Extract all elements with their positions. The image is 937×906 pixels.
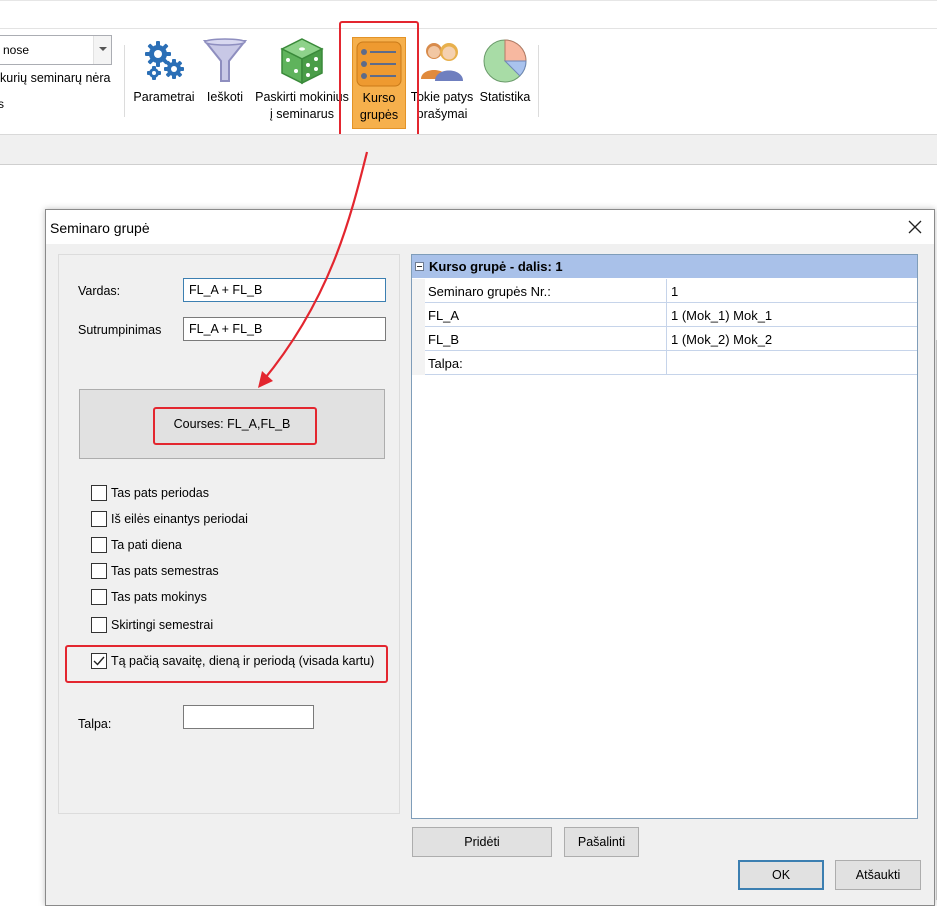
annotation-arrow xyxy=(258,151,369,388)
